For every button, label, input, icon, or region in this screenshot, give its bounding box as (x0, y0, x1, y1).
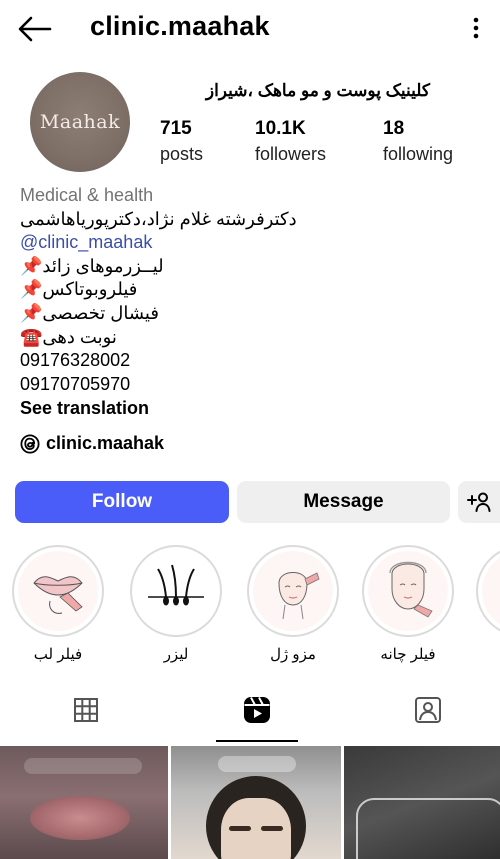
hair-follicle-icon (148, 564, 204, 606)
reels-icon (244, 697, 270, 723)
highlight-cover (253, 551, 333, 631)
face-treatment-icon (278, 572, 320, 620)
grid-icon (74, 698, 98, 722)
add-person-icon (467, 492, 491, 512)
reel-thumbnail[interactable] (171, 746, 341, 859)
follow-button[interactable]: Follow (15, 481, 229, 523)
tab-posts-grid[interactable] (66, 688, 106, 732)
reel-thumbnail[interactable] (0, 746, 168, 859)
threads-username: clinic.maahak (46, 433, 165, 453)
highlight-meso-gel[interactable]: مزو ژل (245, 545, 341, 663)
highlight-label: مزو ژل (270, 646, 316, 663)
stat-value: 10.1K (255, 118, 306, 139)
bio-service-line: لیــزرموهای زائد📌 (20, 255, 164, 276)
avatar[interactable]: Maahak (30, 72, 130, 172)
bio-phone[interactable]: 09176328002 (20, 349, 480, 373)
bio-mention-link[interactable]: @clinic_maahak (20, 231, 480, 255)
bio-phone[interactable]: 09170705970 (20, 373, 480, 397)
eyebrow-shape (261, 826, 283, 831)
display-name: کلینیک پوست و مو ماهک ،شیراز (205, 81, 430, 100)
highlight-ring (247, 545, 339, 637)
see-translation-link[interactable]: See translation (20, 397, 480, 421)
highlight-label: لیزر (163, 646, 189, 663)
eyebrow-shape (229, 826, 251, 831)
highlight-label: فیلر لب (33, 646, 83, 663)
chin-treatment-icon (389, 561, 433, 618)
stat-following[interactable]: 18 following (383, 118, 453, 165)
highlight-cover (136, 551, 216, 631)
thumbnail-caption-bar (24, 758, 142, 774)
highlight-ring (476, 545, 500, 637)
stat-followers[interactable]: 10.1K followers (255, 118, 326, 165)
highlight-label: فیلر چانه (380, 646, 436, 663)
bio-service-line: فیلروبوتاکس📌 (20, 279, 138, 300)
lips-illustration-icon (33, 576, 83, 614)
bio-service-line: فیشال تخصصی📌 (20, 302, 159, 323)
thumbnail-caption-bar (218, 756, 296, 772)
avatar-logo-text: Maahak (39, 111, 121, 133)
highlight-ring (12, 545, 104, 637)
suggested-accounts-button[interactable] (458, 481, 500, 523)
profile-tabs (0, 688, 500, 742)
more-options-icon[interactable] (466, 13, 486, 43)
threads-icon (20, 433, 40, 454)
bio: Medical & health دکترفرشته غلام نژاد،دکت… (20, 184, 480, 421)
tab-reels[interactable] (237, 688, 277, 732)
highlight-cover (482, 551, 500, 631)
highlight-cover (368, 551, 448, 631)
stat-label: followers (255, 144, 327, 164)
tagged-person-icon (415, 697, 441, 723)
bio-doctors: دکترفرشته غلام نژاد،دکترپوریاهاشمی (20, 208, 297, 229)
thumbnail-frame-shape (356, 798, 500, 859)
highlight-chin-filler[interactable]: فیلر چانه (360, 545, 456, 663)
profile-username: clinic.maahak (90, 11, 270, 41)
highlight-ring (130, 545, 222, 637)
highlight-ring (362, 545, 454, 637)
reel-thumbnail[interactable] (344, 746, 500, 859)
active-tab-indicator (216, 740, 298, 742)
stat-value: 18 (383, 118, 405, 139)
back-arrow-icon[interactable] (16, 14, 52, 44)
threads-link[interactable]: clinic.maahak (20, 433, 164, 454)
highlight-partial[interactable] (476, 545, 500, 637)
bio-booking-line: نوبت دهی☎️ (20, 326, 117, 347)
message-button[interactable]: Message (237, 481, 450, 523)
highlight-cover (18, 551, 98, 631)
tab-tagged[interactable] (408, 688, 448, 732)
highlight-laser[interactable]: لیزر (128, 545, 224, 663)
lips-photo-shape (30, 796, 130, 840)
bio-category: Medical & health (20, 185, 154, 205)
highlight-lip-filler[interactable]: فیلر لب (10, 545, 106, 663)
top-bar: clinic.maahak (0, 0, 500, 56)
stat-posts[interactable]: 715 posts (160, 118, 203, 165)
stat-value: 715 (160, 118, 192, 139)
stat-label: posts (160, 144, 204, 164)
stat-label: following (383, 144, 454, 164)
